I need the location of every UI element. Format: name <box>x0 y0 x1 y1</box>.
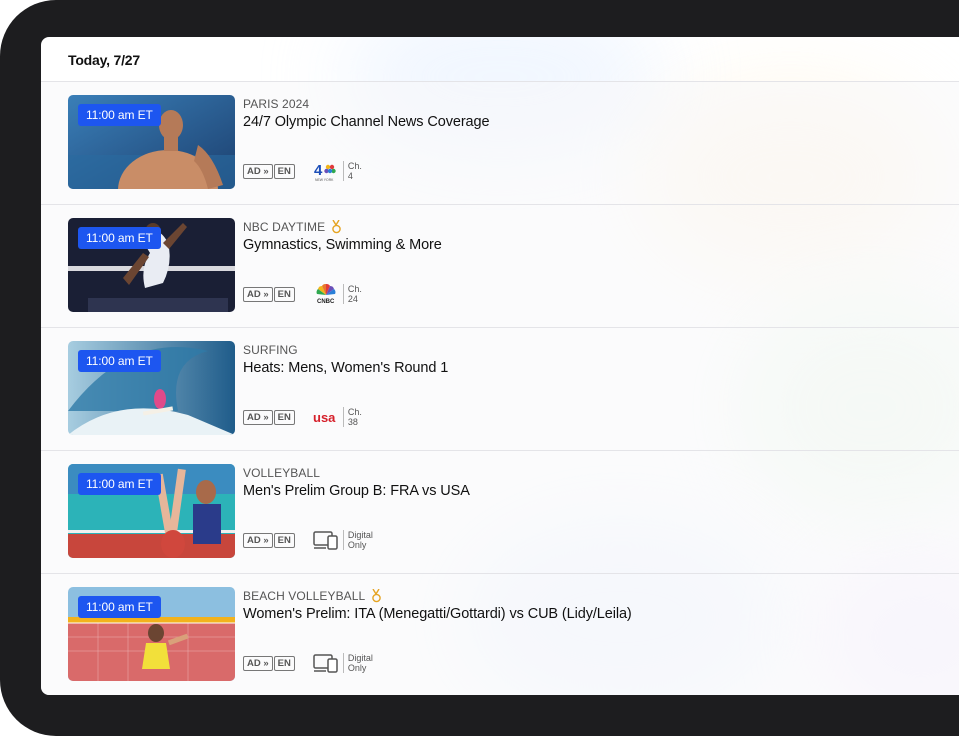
schedule-row[interactable]: 11:00 am ET BEACH VOLLEYBALL Women's Pre… <box>41 573 959 695</box>
event-info: AD » EN usa Ch. 38 <box>243 406 362 428</box>
channel-number: Ch. 38 <box>347 407 362 427</box>
schedule-list: 11:00 am ET PARIS 2024 24/7 Olympic Chan… <box>41 81 959 695</box>
event-thumbnail[interactable]: 11:00 am ET <box>68 95 235 189</box>
event-info: AD » EN Digital Only <box>243 529 373 551</box>
audio-description-tag: AD » <box>243 163 273 179</box>
language-tag: EN <box>273 532 295 548</box>
time-badge: 11:00 am ET <box>78 227 161 249</box>
language-tag: EN <box>273 409 295 425</box>
event-category: PARIS 2024 <box>243 97 310 111</box>
svg-text:CNBC: CNBC <box>317 299 335 305</box>
digital-only-label: Digital Only <box>347 530 373 550</box>
language-tag: EN <box>273 286 295 302</box>
audio-description-tag: AD » <box>243 286 273 302</box>
event-info: AD » EN Digital Only <box>243 652 373 674</box>
schedule-row[interactable]: 11:00 am ET PARIS 2024 24/7 Olympic Chan… <box>41 81 959 204</box>
schedule-row[interactable]: 11:00 am ET VOLLEYBALL Men's Prelim Grou… <box>41 450 959 573</box>
language-tag: EN <box>273 163 295 179</box>
audio-description-tag: AD » <box>243 409 273 425</box>
time-badge: 11:00 am ET <box>78 350 161 372</box>
date-header: Today, 7/27 <box>68 52 140 68</box>
medal-icon <box>372 589 382 603</box>
time-badge: 11:00 am ET <box>78 104 161 126</box>
schedule-row[interactable]: 11:00 am ET SURFING Heats: Mens, Women's… <box>41 327 959 450</box>
event-info: AD » EN 4 NEW YORK Ch. 4 <box>243 160 362 182</box>
svg-text:4: 4 <box>314 162 323 179</box>
tablet-frame: Today, 7/27 11:00 am ET PARIS 2024 24/7 … <box>0 0 959 736</box>
event-title[interactable]: Gymnastics, Swimming & More <box>243 237 959 253</box>
channel-number: Ch. 4 <box>347 161 362 181</box>
devices-icon <box>312 529 340 551</box>
usa-network-logo-icon: usa <box>312 406 340 428</box>
event-thumbnail[interactable]: 11:00 am ET <box>68 218 235 312</box>
schedule-row[interactable]: 11:00 am ET NBC DAYTIME Gymnastics, Swim… <box>41 204 959 327</box>
network-info: Digital Only <box>312 529 373 551</box>
svg-text:NEW YORK: NEW YORK <box>315 178 334 182</box>
audio-description-tag: AD » <box>243 532 273 548</box>
event-category: SURFING <box>243 343 298 357</box>
digital-only-label: Digital Only <box>347 653 373 673</box>
nbc-new-york-logo-icon: 4 NEW YORK <box>312 160 340 182</box>
event-title[interactable]: Men's Prelim Group B: FRA vs USA <box>243 483 959 499</box>
event-category: BEACH VOLLEYBALL <box>243 588 959 604</box>
svg-text:usa: usa <box>313 410 336 425</box>
channel-number: Ch. 24 <box>347 284 362 304</box>
network-info: Digital Only <box>312 652 373 674</box>
schedule-screen: Today, 7/27 11:00 am ET PARIS 2024 24/7 … <box>41 37 959 695</box>
time-badge: 11:00 am ET <box>78 473 161 495</box>
time-badge: 11:00 am ET <box>78 596 161 618</box>
network-info: CNBC Ch. 24 <box>312 283 362 305</box>
network-info: 4 NEW YORK Ch. 4 <box>312 160 362 182</box>
event-title[interactable]: Women's Prelim: ITA (Menegatti/Gottardi)… <box>243 606 959 622</box>
event-title[interactable]: 24/7 Olympic Channel News Coverage <box>243 114 959 130</box>
event-thumbnail[interactable]: 11:00 am ET <box>68 587 235 681</box>
cnbc-logo-icon: CNBC <box>312 283 340 305</box>
event-thumbnail[interactable]: 11:00 am ET <box>68 464 235 558</box>
devices-icon <box>312 652 340 674</box>
event-thumbnail[interactable]: 11:00 am ET <box>68 341 235 435</box>
language-tag: EN <box>273 655 295 671</box>
network-info: usa Ch. 38 <box>312 406 362 428</box>
event-category: VOLLEYBALL <box>243 466 321 480</box>
medal-icon <box>332 220 342 234</box>
event-category: NBC DAYTIME <box>243 219 959 235</box>
event-title[interactable]: Heats: Mens, Women's Round 1 <box>243 360 959 376</box>
audio-description-tag: AD » <box>243 655 273 671</box>
event-info: AD » EN CNBC Ch. 24 <box>243 283 362 305</box>
